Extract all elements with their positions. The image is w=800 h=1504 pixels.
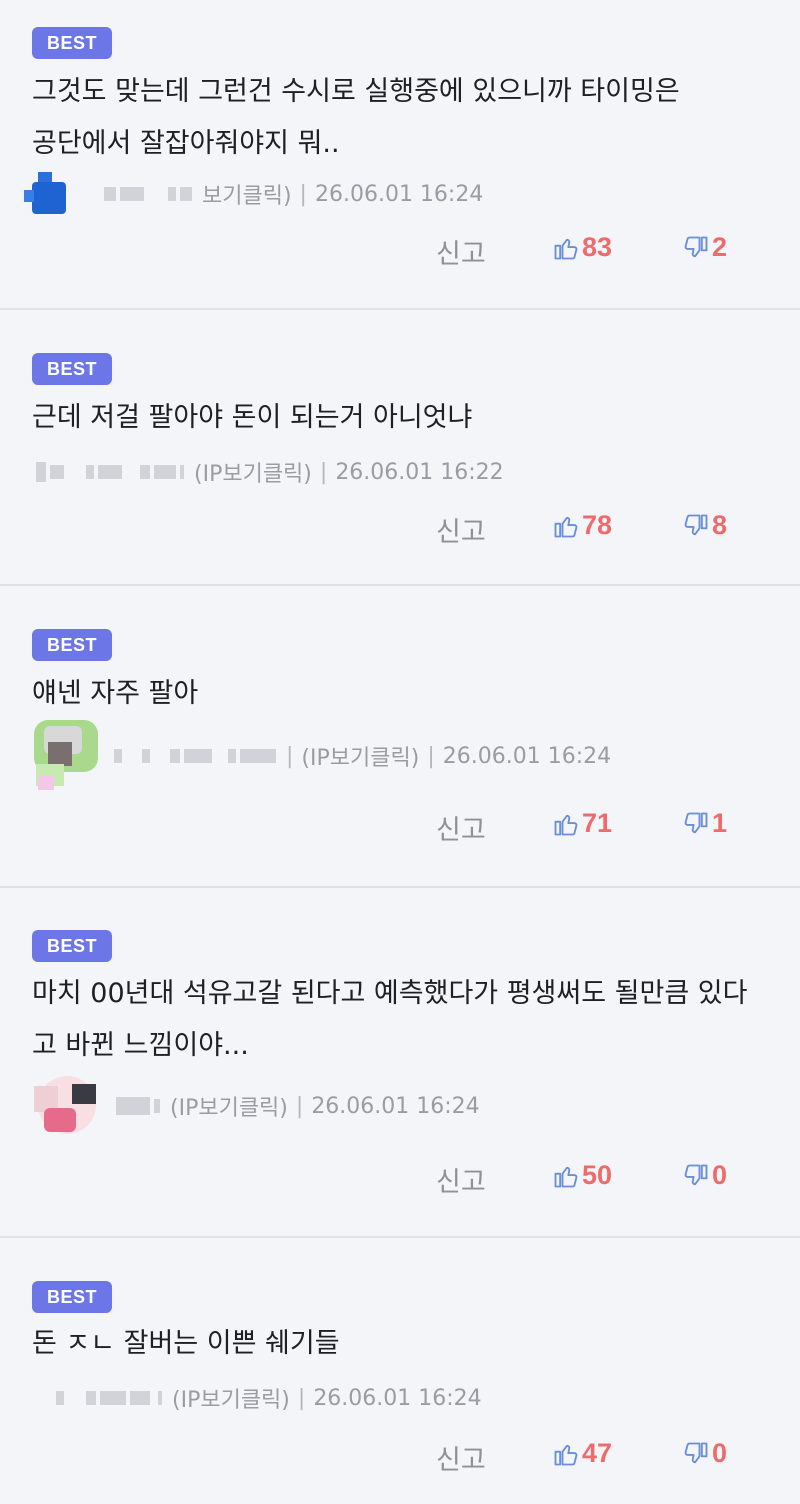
comment-item: BEST 돈 ㅈㄴ 잘버는 이쁜 쉐기들 (IP보기클릭) | 26.06.01…	[0, 1238, 800, 1504]
dislike-button[interactable]: 0	[682, 1160, 727, 1191]
comment-meta: | (IP보기클릭) | 26.06.01 16:24	[34, 720, 612, 790]
like-count: 83	[582, 232, 613, 262]
comment-text: 그것도 맞는데 그런건 수시로 실행중에 있으니까 타이밍은 공단에서 잘잡아줘…	[32, 76, 680, 159]
divider: |	[319, 459, 328, 485]
comment-text: 근데 저걸 팔아야 돈이 되는거 아니엇냐	[32, 402, 473, 433]
dislike-button[interactable]: 1	[682, 808, 727, 839]
comment-actions: 신고 47 0	[0, 1438, 800, 1478]
comment-actions: 신고 50 0	[0, 1160, 800, 1200]
ip-view-link[interactable]: 보기클릭)	[202, 178, 292, 210]
comment-item: BEST 마치 00년대 석유고갈 된다고 예측했다가 평생써도 될만큼 있다고…	[0, 888, 800, 1238]
like-count: 50	[582, 1160, 613, 1190]
thumbs-up-icon	[554, 1444, 578, 1465]
ip-view-link[interactable]: (IP보기클릭)	[170, 1090, 288, 1122]
like-count: 47	[582, 1438, 613, 1468]
report-button[interactable]: 신고	[436, 510, 486, 549]
ip-view-link[interactable]: (IP보기클릭)	[194, 456, 312, 488]
best-badge: BEST	[32, 27, 113, 59]
thumbs-down-icon	[684, 236, 708, 257]
comment-date: 26.06.01 16:24	[442, 743, 612, 769]
avatar[interactable]	[24, 172, 68, 216]
divider: |	[295, 1093, 304, 1119]
report-button[interactable]: 신고	[436, 232, 486, 271]
avatar[interactable]	[34, 720, 98, 792]
best-badge: BEST	[32, 353, 113, 385]
comment-actions: 신고 78 8	[0, 510, 800, 550]
report-button[interactable]: 신고	[436, 1160, 486, 1199]
comment-date: 26.06.01 16:24	[313, 1385, 482, 1411]
best-badge: BEST	[32, 930, 113, 962]
divider: |	[427, 743, 435, 769]
ip-view-link[interactable]: (IP보기클릭)	[172, 1382, 290, 1414]
comment-meta: 보기클릭) | 26.06.01 16:24	[24, 172, 483, 216]
comment-text: 얘넨 자주 팔아	[32, 678, 199, 709]
comment-meta: (IP보기클릭) | 26.06.01 16:24	[34, 1076, 480, 1134]
masked-nickname	[56, 1387, 166, 1409]
comment-actions: 신고 71 1	[0, 808, 800, 848]
thumbs-down-icon	[684, 514, 708, 535]
comment-date: 26.06.01 16:22	[335, 459, 504, 485]
like-button[interactable]: 71	[552, 808, 612, 839]
comment-text: 마치 00년대 석유고갈 된다고 예측했다가 평생써도 될만큼 있다고 바뀐 느…	[32, 978, 748, 1061]
comment-item: BEST 얘넨 자주 팔아 | (IP보기클릭) | 26.06.01 16:2…	[0, 586, 800, 888]
comment-meta: (IP보기클릭) | 26.06.01 16:22	[36, 450, 504, 494]
avatar[interactable]	[34, 1076, 100, 1136]
dislike-count: 2	[712, 232, 728, 262]
like-button[interactable]: 83	[552, 232, 612, 263]
thumbs-down-icon	[684, 1164, 708, 1185]
comment-actions: 신고 83 2	[0, 232, 800, 272]
best-badge: BEST	[32, 629, 113, 661]
divider: |	[299, 181, 307, 207]
divider: |	[286, 743, 294, 769]
masked-nickname	[116, 1095, 164, 1117]
dislike-button[interactable]: 8	[682, 510, 727, 541]
comment-meta: (IP보기클릭) | 26.06.01 16:24	[56, 1376, 482, 1420]
comment-item: BEST 근데 저걸 팔아야 돈이 되는거 아니엇냐 (IP보기클릭) | 26…	[0, 310, 800, 586]
masked-nickname	[36, 461, 188, 483]
best-badge: BEST	[32, 1281, 113, 1313]
dislike-count: 1	[712, 808, 728, 838]
thumbs-up-icon	[554, 1166, 578, 1187]
dislike-count: 0	[712, 1438, 728, 1468]
thumbs-down-icon	[684, 812, 708, 833]
like-count: 71	[582, 808, 613, 838]
thumbs-up-icon	[554, 814, 578, 835]
dislike-button[interactable]: 2	[682, 232, 727, 263]
thumbs-up-icon	[554, 238, 578, 259]
comment-date: 26.06.01 16:24	[311, 1093, 480, 1119]
thumbs-up-icon	[554, 516, 578, 537]
ip-view-link[interactable]: (IP보기클릭)	[301, 740, 419, 772]
dislike-count: 0	[712, 1160, 728, 1190]
like-button[interactable]: 78	[552, 510, 612, 541]
dislike-button[interactable]: 0	[682, 1438, 727, 1469]
masked-nickname	[114, 745, 280, 767]
comment-item: BEST 그것도 맞는데 그런건 수시로 실행중에 있으니까 타이밍은 공단에서…	[0, 0, 800, 310]
dislike-count: 8	[712, 510, 728, 540]
comment-date: 26.06.01 16:24	[314, 181, 484, 207]
report-button[interactable]: 신고	[436, 808, 486, 847]
thumbs-down-icon	[684, 1442, 708, 1463]
report-button[interactable]: 신고	[436, 1438, 486, 1477]
like-button[interactable]: 50	[552, 1160, 612, 1191]
masked-nickname	[104, 183, 196, 205]
comment-text: 돈 ㅈㄴ 잘버는 이쁜 쉐기들	[32, 1328, 340, 1359]
like-button[interactable]: 47	[552, 1438, 612, 1469]
like-count: 78	[582, 510, 613, 540]
divider: |	[297, 1385, 306, 1411]
